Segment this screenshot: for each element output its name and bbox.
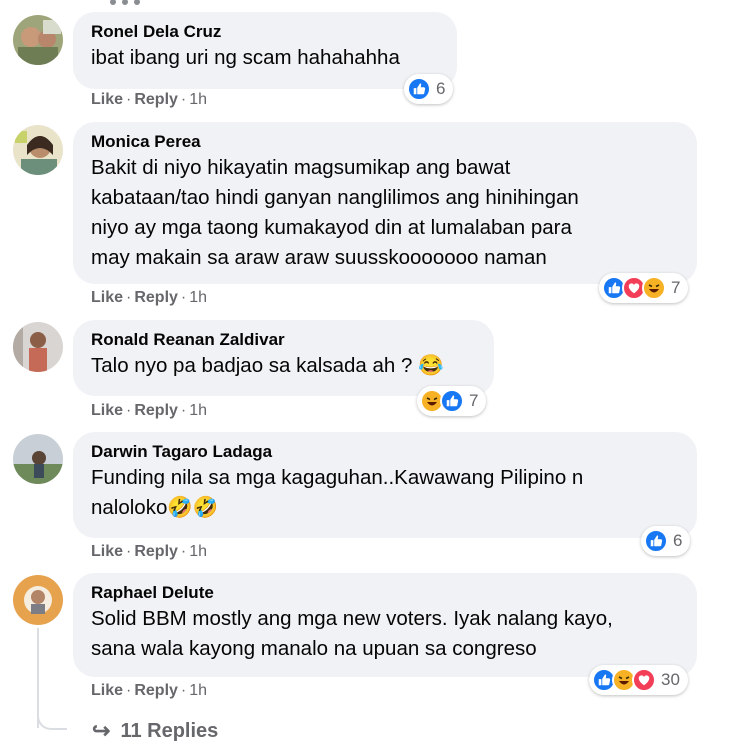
thread-connector	[37, 698, 67, 730]
comment-actions: Like · Reply · 1h	[91, 91, 208, 108]
reaction-count: 7	[671, 278, 681, 297]
reply-link[interactable]: Reply	[134, 682, 178, 699]
timestamp[interactable]: 1h	[189, 91, 207, 108]
avatar[interactable]	[13, 322, 63, 372]
reaction-summary[interactable]: 7	[417, 386, 487, 416]
comment-text: Bakit di niyo hikayatin magsumikap ang b…	[91, 156, 579, 269]
reply-link[interactable]: Reply	[134, 91, 178, 108]
reaction-count: 6	[673, 531, 683, 550]
like-link[interactable]: Like	[91, 289, 123, 306]
avatar[interactable]	[13, 125, 63, 175]
comment-bubble: Ronald Reanan Zaldivar Talo nyo pa badja…	[73, 320, 494, 396]
comment-author[interactable]: Monica Perea	[91, 131, 679, 153]
reply-link[interactable]: Reply	[134, 289, 178, 306]
comment-bubble: Ronel Dela Cruz ibat ibang uri ng scam h…	[73, 12, 457, 89]
avatar[interactable]	[13, 434, 63, 484]
avatar[interactable]	[13, 575, 63, 625]
comment-actions: Like · Reply · 1h	[91, 289, 208, 306]
comment-bubble: Raphael Delute Solid BBM mostly ang mga …	[73, 573, 697, 677]
timestamp[interactable]: 1h	[189, 402, 207, 419]
reaction-count: 7	[469, 391, 479, 410]
like-link[interactable]: Like	[91, 543, 123, 560]
reaction-count: 6	[436, 79, 446, 98]
comment-text: ibat ibang uri ng scam hahahahha	[91, 46, 400, 69]
comment-author[interactable]: Ronald Reanan Zaldivar	[91, 329, 476, 351]
reply-link[interactable]: Reply	[134, 402, 178, 419]
like-link[interactable]: Like	[91, 682, 123, 699]
reply-arrow-icon: ↪	[92, 718, 111, 743]
comment-author[interactable]: Darwin Tagaro Ladaga	[91, 441, 679, 463]
timestamp[interactable]: 1h	[189, 682, 207, 699]
love-reaction-icon	[632, 668, 656, 692]
reaction-summary[interactable]: 6	[404, 74, 454, 104]
like-reaction-icon	[644, 529, 668, 553]
reaction-summary[interactable]: 30	[589, 665, 688, 695]
reaction-count: 30	[661, 670, 680, 689]
comment-actions: Like · Reply · 1h	[91, 682, 208, 699]
comment-text: Solid BBM mostly ang mga new voters. Iya…	[91, 607, 613, 660]
comment-author[interactable]: Raphael Delute	[91, 582, 679, 604]
cut-off-reactions	[110, 0, 170, 5]
timestamp[interactable]: 1h	[189, 543, 207, 560]
replies-count-label: 11 Replies	[120, 719, 219, 742]
reply-link[interactable]: Reply	[134, 543, 178, 560]
comment-author[interactable]: Ronel Dela Cruz	[91, 21, 439, 43]
comment-text: Talo nyo pa badjao sa kalsada ah ? 😂	[91, 354, 444, 377]
view-replies-link[interactable]: ↪ 11 Replies	[92, 718, 218, 744]
comment-bubble: Darwin Tagaro Ladaga Funding nila sa mga…	[73, 432, 697, 538]
timestamp[interactable]: 1h	[189, 289, 207, 306]
reaction-summary[interactable]: 7	[599, 273, 689, 303]
like-reaction-icon	[407, 77, 431, 101]
like-reaction-icon	[440, 389, 464, 413]
comment-text: Funding nila sa mga kagaguhan..Kawawang …	[91, 466, 584, 519]
comment-actions: Like · Reply · 1h	[91, 543, 208, 560]
reaction-summary[interactable]: 6	[641, 526, 691, 556]
comment-bubble: Monica Perea Bakit di niyo hikayatin mag…	[73, 122, 697, 284]
comment-actions: Like · Reply · 1h	[91, 402, 208, 419]
avatar[interactable]	[13, 15, 63, 65]
like-link[interactable]: Like	[91, 402, 123, 419]
haha-reaction-icon	[642, 276, 666, 300]
like-link[interactable]: Like	[91, 91, 123, 108]
